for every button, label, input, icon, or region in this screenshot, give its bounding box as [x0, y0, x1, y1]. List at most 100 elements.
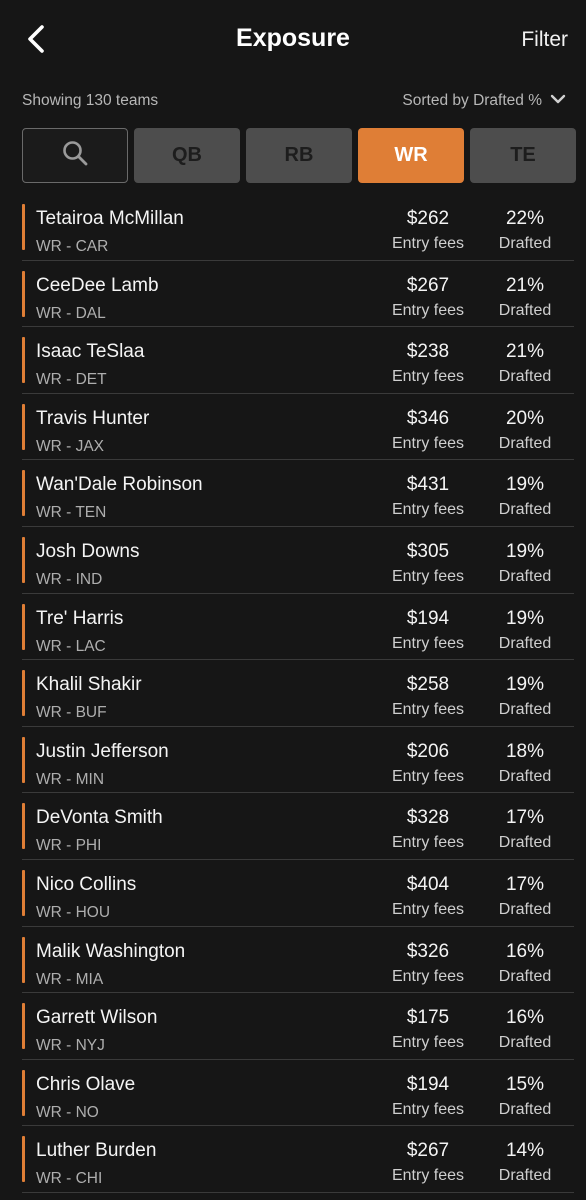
- player-position: WR - JAX: [36, 437, 105, 455]
- drafted-pct-label: Drafted: [498, 701, 552, 719]
- drafted-pct-value: 21%: [505, 274, 545, 296]
- player-name: Luther Burden: [36, 1140, 157, 1162]
- list-item[interactable]: Justin Jefferson WR - MIN $206 Entry fee…: [22, 727, 574, 794]
- player-name: Travis Hunter: [36, 407, 150, 429]
- entry-fee-value: $431: [406, 474, 450, 496]
- player-name: CeeDee Lamb: [36, 274, 159, 296]
- accent-bar: [22, 736, 25, 783]
- list-item[interactable]: Luther Burden WR - CHI $267 Entry fees 1…: [22, 1126, 574, 1193]
- list-item[interactable]: Chris Olave WR - NO $194 Entry fees 15% …: [22, 1060, 574, 1127]
- drafted-pct-value: 14%: [505, 1140, 545, 1162]
- player-name: Nico Collins: [36, 873, 137, 895]
- entry-fee-value: $326: [406, 940, 450, 962]
- drafted-pct-label: Drafted: [498, 900, 552, 918]
- drafted-pct-label: Drafted: [498, 301, 552, 319]
- list-item[interactable]: Travis Hunter WR - JAX $346 Entry fees 2…: [22, 394, 574, 461]
- player-name: Tetairoa McMillan: [36, 208, 184, 229]
- list-item[interactable]: Malik Washington WR - MIA $326 Entry fee…: [22, 927, 574, 994]
- accent-bar: [22, 936, 25, 983]
- drafted-pct-value: 19%: [505, 540, 545, 562]
- list-item[interactable]: Wan'Dale Robinson WR - TEN $431 Entry fe…: [22, 460, 574, 527]
- entry-fee-value: $404: [406, 873, 450, 895]
- list-item[interactable]: CeeDee Lamb WR - DAL $267 Entry fees 21%…: [22, 261, 574, 328]
- list-item[interactable]: Nico Collins WR - HOU $404 Entry fees 17…: [22, 860, 574, 927]
- drafted-pct-label: Drafted: [498, 567, 552, 585]
- drafted-pct-value: 17%: [505, 807, 545, 829]
- search-button[interactable]: [22, 128, 128, 183]
- player-name: Josh Downs: [36, 540, 140, 562]
- entry-fee-value: $262: [406, 208, 450, 229]
- back-button[interactable]: [18, 22, 54, 60]
- drafted-pct-value: 19%: [505, 607, 545, 629]
- drafted-pct-label: Drafted: [498, 434, 552, 452]
- player-position: WR - CAR: [36, 238, 109, 255]
- list-item[interactable]: Garrett Wilson WR - NYJ $175 Entry fees …: [22, 993, 574, 1060]
- accent-bar: [22, 869, 25, 916]
- player-position: WR - PHI: [36, 837, 102, 855]
- accent-bar: [22, 403, 25, 450]
- entry-fee-label: Entry fees: [391, 967, 465, 985]
- entry-fee-value: $267: [406, 1140, 450, 1162]
- list-item[interactable]: DeVonta Smith WR - PHI $328 Entry fees 1…: [22, 793, 574, 860]
- player-position: WR - BUF: [36, 704, 107, 722]
- player-name: Malik Washington: [36, 940, 186, 962]
- entry-fee-label: Entry fees: [391, 1034, 465, 1052]
- entry-fee-label: Entry fees: [391, 434, 465, 452]
- entry-fee-label: Entry fees: [391, 900, 465, 918]
- entry-fee-value: $267: [406, 274, 450, 296]
- entry-fee-label: Entry fees: [391, 567, 465, 585]
- summary-row: Showing 130 teams Sorted by Drafted %: [22, 88, 566, 114]
- sort-label: Sorted by Drafted %: [402, 92, 542, 109]
- entry-fee-label: Entry fees: [391, 634, 465, 652]
- tab-rb[interactable]: RB: [246, 128, 352, 183]
- entry-fee-value: $194: [406, 607, 450, 629]
- list-item[interactable]: Tetairoa McMillan WR - CAR $262 Entry fe…: [22, 194, 574, 261]
- drafted-pct-value: 18%: [505, 740, 545, 762]
- player-position: WR - NO: [36, 1103, 99, 1121]
- drafted-pct-label: Drafted: [498, 368, 552, 386]
- tab-qb[interactable]: QB: [134, 128, 240, 183]
- tab-wr[interactable]: WR: [358, 128, 464, 183]
- accent-bar: [22, 470, 25, 517]
- drafted-pct-value: 15%: [505, 1073, 545, 1095]
- player-position: WR - CHI: [36, 1170, 103, 1188]
- list-item[interactable]: Josh Downs WR - IND $305 Entry fees 19% …: [22, 527, 574, 594]
- player-position: WR - LAC: [36, 637, 106, 655]
- accent-bar: [22, 270, 25, 317]
- filter-button[interactable]: Filter: [521, 28, 568, 52]
- entry-fee-value: $346: [406, 407, 450, 429]
- drafted-pct-value: 16%: [505, 940, 545, 962]
- accent-bar: [22, 670, 25, 717]
- accent-bar: [22, 204, 25, 250]
- drafted-pct-label: Drafted: [498, 1034, 552, 1052]
- accent-bar: [22, 1136, 25, 1183]
- entry-fee-label: Entry fees: [391, 301, 465, 319]
- drafted-pct-label: Drafted: [498, 1167, 552, 1185]
- drafted-pct-value: 16%: [505, 1007, 545, 1029]
- player-name: Wan'Dale Robinson: [36, 474, 203, 496]
- player-name: Chris Olave: [36, 1073, 136, 1095]
- tab-te[interactable]: TE: [470, 128, 576, 183]
- drafted-pct-value: 20%: [505, 407, 545, 429]
- player-name: Khalil Shakir: [36, 674, 142, 696]
- list-item[interactable]: Tre' Harris WR - LAC $194 Entry fees 19%…: [22, 594, 574, 661]
- entry-fee-value: $238: [406, 341, 450, 363]
- entry-fee-value: $328: [406, 807, 450, 829]
- entry-fee-label: Entry fees: [391, 701, 465, 719]
- accent-bar: [22, 337, 25, 384]
- list-item[interactable]: Khalil Shakir WR - BUF $258 Entry fees 1…: [22, 660, 574, 727]
- drafted-pct-value: 21%: [505, 341, 545, 363]
- player-name: Isaac TeSlaa: [36, 341, 145, 363]
- page-title: Exposure: [236, 24, 350, 52]
- drafted-pct-label: Drafted: [498, 235, 552, 252]
- drafted-pct-label: Drafted: [498, 967, 552, 985]
- entry-fee-value: $206: [406, 740, 450, 762]
- drafted-pct-label: Drafted: [498, 767, 552, 785]
- list-item[interactable]: Isaac TeSlaa WR - DET $238 Entry fees 21…: [22, 327, 574, 394]
- sort-button[interactable]: Sorted by Drafted %: [402, 92, 566, 110]
- drafted-pct-label: Drafted: [498, 634, 552, 652]
- player-position: WR - IND: [36, 570, 103, 588]
- player-position: WR - TEN: [36, 504, 107, 522]
- position-tabs: QB RB WR TE: [22, 128, 576, 184]
- chevron-down-icon: [550, 92, 566, 110]
